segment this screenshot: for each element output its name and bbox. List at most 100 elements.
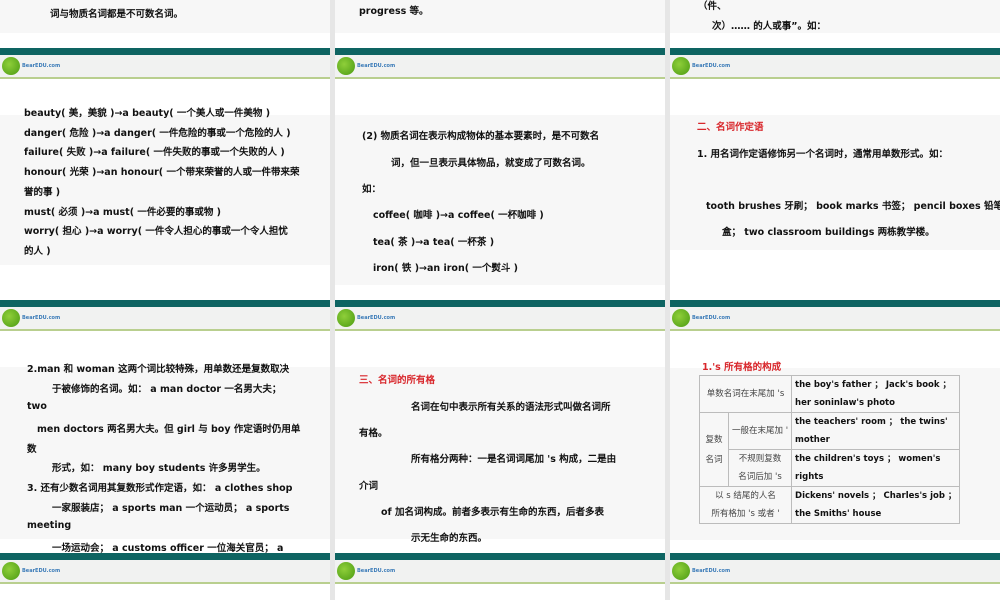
text-line: 词与物质名词都是不可数名词。: [50, 9, 184, 20]
logo: BearEDU.com: [2, 309, 60, 327]
possessive-table: 单数名词在末尾加 's the boy's father ； Jack's bo…: [698, 375, 961, 524]
slide-header: BearEDU.com: [335, 307, 665, 331]
logo-icon: [672, 57, 690, 75]
table-cell: 不规则复数名词后加 's: [727, 449, 793, 487]
text-line: 有格。: [359, 428, 388, 439]
text-line: of 加名词构成。前者多表示有生命的东西，后者多表: [381, 507, 604, 518]
logo-icon: [672, 562, 690, 580]
text-line: 如：: [362, 184, 382, 195]
table-row: 不规则复数名词后加 's the children's toys ； women…: [700, 449, 961, 487]
cell-line: Dickens' novels ； Charles's job ；: [795, 491, 957, 501]
logo-icon: [672, 309, 690, 327]
text-line: 一场运动会； a customs officer 一位海关官员； a: [52, 543, 284, 554]
table-cell: 以 s 结尾的人名 所有格加 's 或者 ': [698, 486, 793, 524]
text-line: failure( 失败 )→a failure( 一件失败的事或一个失败的人 ): [24, 147, 285, 158]
divider-bar: [0, 48, 330, 55]
logo: BearEDU.com: [672, 309, 730, 327]
text-line: 一家服装店； a sports man 一个运动员； a sports: [52, 503, 290, 514]
slide-header: BearEDU.com: [0, 55, 330, 79]
text-line: 词，但一旦表示具体物品，就变成了可数名词。: [391, 158, 591, 169]
text-line: 2.man 和 woman 这两个词比较特殊，用单数还是复数取决: [27, 364, 290, 375]
logo-icon: [337, 309, 355, 327]
text-line: beauty( 美，美貌 )→a beauty( 一个美人或一件美物 ): [24, 108, 271, 119]
divider-bar: [0, 300, 330, 307]
table-cell: the children's toys ； women's rights: [791, 449, 961, 487]
logo: BearEDU.com: [672, 57, 730, 75]
divider-bar: [670, 48, 1000, 55]
divider-bar: [0, 553, 330, 560]
slide-column-3: （件、 次）…… 的人或事”。如： BearEDU.com 二、名词作定语 1.…: [670, 0, 1000, 600]
cell-line: the teachers' room ； the twins': [795, 417, 948, 427]
table-cell: Dickens' novels ； Charles's job ； the Smi…: [791, 486, 961, 524]
cell-line: rights: [795, 472, 824, 482]
logo-icon: [2, 562, 20, 580]
text-line: 名词在句中表示所有关系的语法形式叫做名词所: [411, 402, 611, 413]
logo-text: BearEDU.com: [357, 63, 396, 69]
text-line: worry( 担心 )→a worry( 一件令人担心的事或一个令人担忧: [24, 226, 288, 237]
table-cell: the boy's father ； Jack's book ； her soni…: [791, 375, 961, 413]
logo-text: BearEDU.com: [22, 315, 61, 321]
text-line: 次）…… 的人或事”。如：: [712, 21, 827, 32]
cell-line: 不规则复数: [738, 454, 782, 464]
cell-line: 名词后加 's: [738, 472, 782, 482]
text-line: （件、: [698, 1, 727, 12]
cell-line: the boy's father ； Jack's book ；: [795, 380, 951, 390]
slide-header: BearEDU.com: [335, 560, 665, 584]
text-line: progress 等。: [359, 6, 429, 17]
slide-header: BearEDU.com: [670, 55, 1000, 79]
text-line: 1. 用名词作定语修饰另一个名词时，通常用单数形式。如：: [697, 149, 949, 160]
text-line: must( 必须 )→a must( 一件必要的事或物 ): [24, 207, 221, 218]
text-line: honour( 光荣 )→an honour( 一个带来荣誉的人或一件带来荣: [24, 167, 300, 178]
text-line: tea( 茶 )→a tea( 一杯茶 ): [373, 237, 495, 248]
logo: BearEDU.com: [337, 57, 395, 75]
divider-bar: [670, 553, 1000, 560]
table-cell: 复数名词: [699, 412, 729, 487]
text-line: meeting: [27, 520, 72, 531]
cell-line: her soninlaw's photo: [795, 398, 895, 408]
text-line: danger( 危险 )→a danger( 一件危险的事或一个危险的人 ): [24, 128, 291, 139]
logo-icon: [337, 562, 355, 580]
logo: BearEDU.com: [337, 562, 395, 580]
table-row: 单数名词在末尾加 's the boy's father ； Jack's bo…: [698, 375, 961, 413]
text-line: 所有格分两种：一是名词词尾加 's 构成，二是由: [411, 454, 617, 465]
logo: BearEDU.com: [672, 562, 730, 580]
logo-text: BearEDU.com: [692, 315, 731, 321]
logo-text: BearEDU.com: [692, 63, 731, 69]
slide-header: BearEDU.com: [670, 307, 1000, 331]
logo: BearEDU.com: [2, 562, 60, 580]
text-line: two: [27, 401, 47, 412]
cell-line: the Smiths' house: [795, 509, 882, 519]
logo-icon: [337, 57, 355, 75]
divider-bar: [335, 48, 665, 55]
divider-bar: [335, 553, 665, 560]
table-cell: the teachers' room ； the twins' mother: [791, 412, 961, 450]
text-line: (2) 物质名词在表示构成物体的基本要素时，是不可数名: [362, 131, 600, 142]
slide-header: BearEDU.com: [670, 560, 1000, 584]
logo-text: BearEDU.com: [357, 315, 396, 321]
cell-line: 以 s 结尾的人名: [715, 491, 776, 501]
slide-header: BearEDU.com: [0, 560, 330, 584]
slide-header: BearEDU.com: [0, 307, 330, 331]
text-line: 介词: [359, 481, 379, 492]
text-line: 于被修饰的名词。如： a man doctor 一名男大夫；: [52, 384, 282, 395]
logo-text: BearEDU.com: [22, 568, 61, 574]
cell-line: 所有格加 's 或者 ': [711, 509, 780, 519]
logo-text: BearEDU.com: [357, 568, 396, 574]
logo-icon: [2, 57, 20, 75]
section-heading: 1.'s 所有格的构成: [702, 362, 782, 373]
table-cell: 单数名词在末尾加 's: [698, 375, 793, 413]
logo: BearEDU.com: [337, 309, 395, 327]
text-line: 数: [27, 444, 37, 455]
text-line: tooth brushes 牙刷； book marks 书签； pencil …: [706, 201, 1000, 212]
cell-line: the children's toys ； women's: [795, 454, 941, 464]
text-line: iron( 铁 )→an iron( 一个熨斗 ): [373, 263, 519, 274]
section-heading: 三、名词的所有格: [359, 375, 436, 386]
text-line: 形式，如： many boy students 许多男学生。: [52, 463, 266, 474]
divider-bar: [335, 300, 665, 307]
slide-column-2: progress 等。 BearEDU.com (2) 物质名词在表示构成物体的…: [335, 0, 665, 600]
slide-header: BearEDU.com: [335, 55, 665, 79]
table-cell: 一般在末尾加 ': [727, 412, 793, 450]
logo-icon: [2, 309, 20, 327]
cell-line: mother: [795, 435, 830, 445]
text-line: 盒； two classroom buildings 两栋教学楼。: [722, 227, 935, 238]
